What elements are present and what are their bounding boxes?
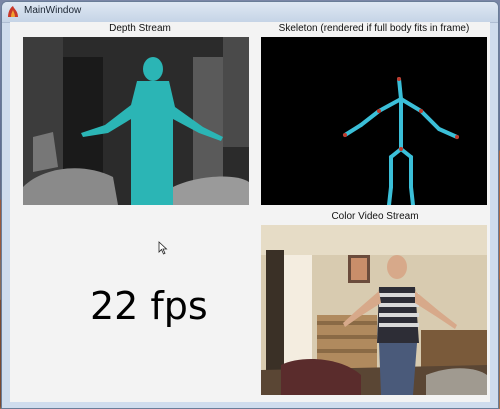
client-area: Depth Stream Skeleton (rendered if full … [10,22,490,402]
skeleton-view [261,37,487,207]
window-title: MainWindow [24,5,82,16]
fps-readout: 22 fps [90,284,208,328]
skeleton-title: Skeleton (rendered if full body fits in … [278,23,470,34]
main-window: MainWindow Depth Stream Skeleton (render… [1,1,499,409]
color-video-view [261,225,487,395]
mouse-cursor-icon [158,241,168,255]
depth-stream-title: Depth Stream [109,23,171,34]
depth-stream-view [23,37,249,205]
window-bottom-border [2,402,498,408]
color-video-frame [261,225,487,395]
skeleton-figure [343,77,459,207]
depth-image [23,37,249,205]
app-icon[interactable] [6,5,20,19]
title-bar[interactable]: MainWindow [2,2,498,23]
color-stream-title: Color Video Stream [331,211,419,222]
